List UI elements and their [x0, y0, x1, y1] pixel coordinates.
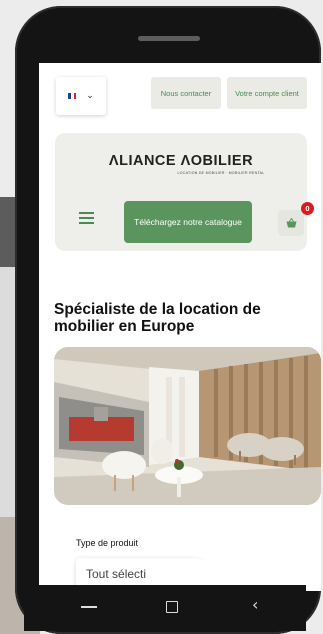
- contact-button[interactable]: Nous contacter: [151, 77, 221, 109]
- android-nav-bar: ‹: [24, 585, 306, 631]
- nav-back-icon[interactable]: [81, 606, 97, 608]
- hamburger-icon[interactable]: [79, 212, 94, 227]
- chevron-down-icon: ⌄: [86, 91, 94, 101]
- phone-screen: ⌄ Nous contacter Votre compte client ΛLI…: [39, 63, 321, 591]
- language-selector[interactable]: ⌄: [56, 77, 106, 115]
- logo-tagline: LOCATION DE MOBILIER · MOBILIER RENTAL: [177, 171, 265, 175]
- page-headline: Spécialiste de la location de mobilier e…: [54, 301, 261, 335]
- cart-icon: [286, 218, 296, 228]
- header-card: ΛLIANCE ΛOBILIER LOCATION DE MOBILIER · …: [55, 133, 314, 251]
- nav-home-icon[interactable]: [166, 601, 178, 613]
- showroom-illustration: [54, 347, 321, 505]
- client-account-button[interactable]: Votre compte client: [227, 77, 307, 109]
- french-flag-icon: [68, 93, 77, 99]
- brand-logo[interactable]: ΛLIANCE ΛOBILIER LOCATION DE MOBILIER · …: [55, 153, 307, 175]
- phone-frame: ⌄ Nous contacter Votre compte client ΛLI…: [15, 6, 321, 634]
- showroom-photo: [54, 347, 321, 505]
- download-catalogue-button[interactable]: Téléchargez notre catalogue: [124, 201, 252, 243]
- phone-speaker: [138, 36, 200, 41]
- cart-count-badge: 0: [301, 202, 314, 215]
- product-type-label: Type de produit: [76, 538, 139, 548]
- logo-name: ΛLIANCE ΛOBILIER: [108, 153, 254, 169]
- nav-recent-icon[interactable]: ‹: [252, 597, 258, 613]
- cart-button[interactable]: [278, 210, 304, 236]
